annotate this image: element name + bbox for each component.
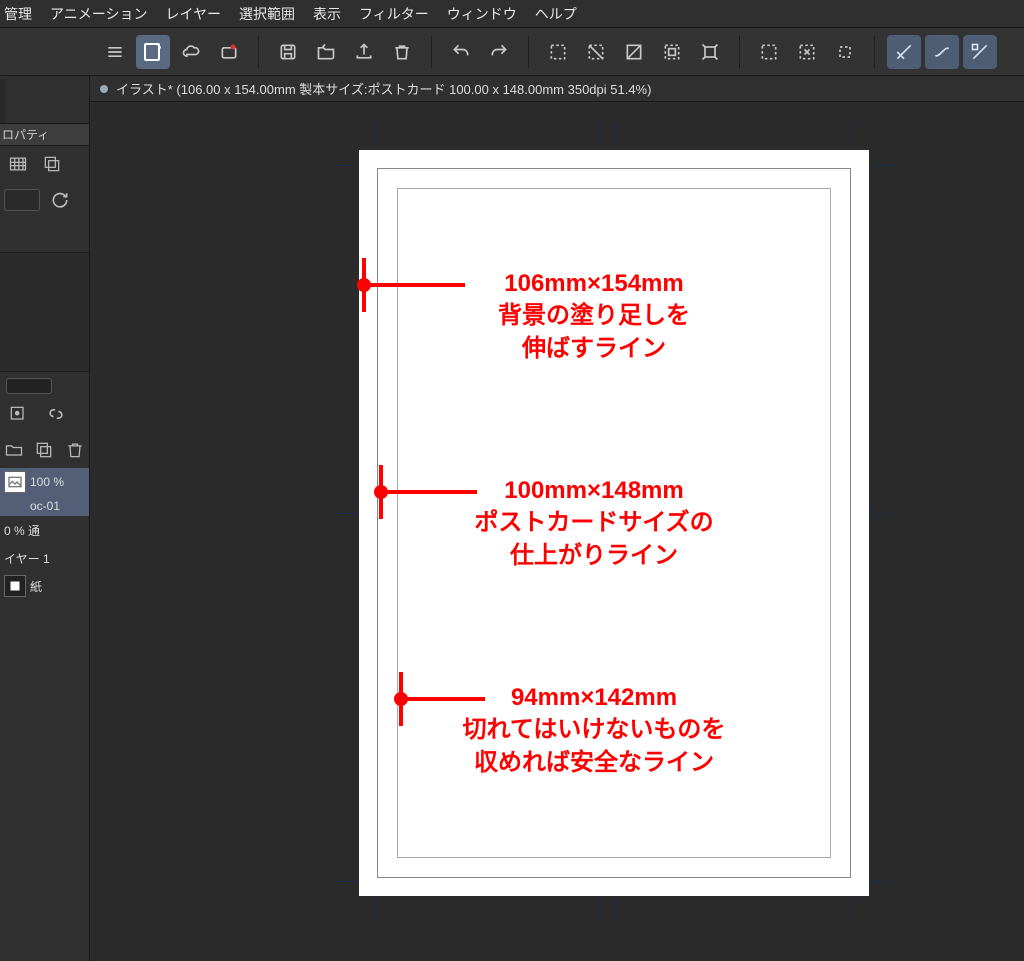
selection-border-icon[interactable] [655,35,689,69]
layer-item-selected[interactable]: 100 % [0,468,89,496]
undo-icon[interactable] [444,35,478,69]
layer-item-id[interactable]: oc-01 [0,496,89,516]
crop-tick-icon [334,165,356,166]
export-icon[interactable] [347,35,381,69]
layer-name-row[interactable]: イヤー 1 [0,544,89,572]
menu-selection[interactable]: 選択範囲 [239,4,295,24]
layer-name-label: イヤー 1 [4,550,50,567]
layer-thumb-icon [4,471,26,493]
crop-tick-icon [852,124,853,146]
property-tab[interactable]: ロパティ [0,124,89,146]
empty-property-slot [4,189,40,211]
crop-tick-icon [376,124,377,146]
delete-layer-icon[interactable] [65,438,85,462]
layer-opacity-label: 0 % 通 [4,522,40,539]
menu-filter[interactable]: フィルター [359,4,429,24]
menu-animation[interactable]: アニメーション [50,4,147,24]
selection-all-icon[interactable] [541,35,575,69]
annotation-bleed-l3: 伸ばすライン [359,333,829,365]
layer-percent-label: 100 % [30,475,64,489]
menu-layer[interactable]: レイヤー [165,4,221,24]
new-layer-icon[interactable] [4,402,32,426]
crop-tick-icon [872,165,894,166]
canvas-area: イラスト* (106.00 x 154.00mm 製本サイズ:ポストカード 10… [90,76,1024,961]
layer-opacity-row[interactable]: 0 % 通 [0,516,89,544]
crop-tick-icon [872,513,894,514]
redo-icon[interactable] [482,35,516,69]
left-sidebar: ロパティ [0,76,90,961]
grid-icon[interactable] [4,152,32,176]
marquee-square-icon[interactable] [828,35,862,69]
trash-icon[interactable] [385,35,419,69]
crop-tick-icon [598,124,599,146]
crop-tick-icon [614,124,615,146]
document-tab[interactable]: イラスト* (106.00 x 154.00mm 製本サイズ:ポストカード 10… [90,76,1024,102]
annotation-safe: 94mm×142mm 切れてはいけないものを 収めれば安全なライン [359,682,829,779]
crop-tick-icon [334,881,356,882]
open-folder-icon[interactable] [309,35,343,69]
crop-tick-icon [334,513,356,514]
layer-paper-row[interactable]: 紙 [0,572,89,600]
snap-ruler-icon[interactable] [887,35,921,69]
new-file-icon[interactable] [136,35,170,69]
marquee-rect-icon[interactable] [752,35,786,69]
annotation-safe-l2: 切れてはいけないものを [359,714,829,746]
crop-tick-icon [598,900,599,922]
overlay-icon[interactable] [38,152,66,176]
crop-tick-icon [355,500,356,522]
save-icon[interactable] [271,35,305,69]
duplicate-layer-icon[interactable] [34,438,54,462]
annotation-trim-l3: 仕上がりライン [359,540,829,572]
marquee-shrink-icon[interactable] [790,35,824,69]
invert-selection-icon[interactable] [617,35,651,69]
snap-special-icon[interactable] [963,35,997,69]
document-title: イラスト* (106.00 x 154.00mm 製本サイズ:ポストカード 10… [116,79,651,98]
crop-tick-icon [614,900,615,922]
cloud-icon[interactable] [174,35,208,69]
selection-expand-icon[interactable] [693,35,727,69]
main-toolbar [0,28,1024,76]
annotation-safe-l3: 収めれば安全なライン [359,747,829,779]
crop-tick-icon [852,900,853,922]
layer-paper-label: 紙 [30,578,42,595]
menu-file[interactable]: 管理 [4,4,32,24]
new-folder-icon[interactable] [4,438,24,462]
hamburger-icon[interactable] [98,35,132,69]
annotation-bleed: 106mm×154mm 背景の塗り足しを 伸ばすライン [359,268,829,365]
link-layer-icon[interactable] [42,402,70,426]
unsaved-dot-icon [100,85,108,93]
menu-view[interactable]: 表示 [313,4,341,24]
layer-paper-thumb-icon [4,575,26,597]
annotation-bleed-l2: 背景の塗り足しを [359,300,829,332]
crop-tick-icon [872,500,873,522]
annotation-trim-l2: ポストカードサイズの [359,507,829,539]
record-icon[interactable] [212,35,246,69]
menu-help[interactable]: ヘルプ [535,4,577,24]
snap-grid-icon[interactable] [925,35,959,69]
layer-search-input[interactable] [6,378,52,394]
layer-id-label: oc-01 [4,499,60,513]
crop-tick-icon [872,881,894,882]
crop-tick-icon [376,900,377,922]
menu-bar: 管理 アニメーション レイヤー 選択範囲 表示 フィルター ウィンドウ ヘルプ [0,0,1024,28]
menu-window[interactable]: ウィンドウ [447,4,517,24]
deselect-icon[interactable] [579,35,613,69]
refresh-icon[interactable] [46,188,74,212]
annotation-trim: 100mm×148mm ポストカードサイズの 仕上がりライン [359,475,829,572]
viewport[interactable]: 106mm×154mm 背景の塗り足しを 伸ばすライン 100mm×148mm … [90,102,1024,961]
